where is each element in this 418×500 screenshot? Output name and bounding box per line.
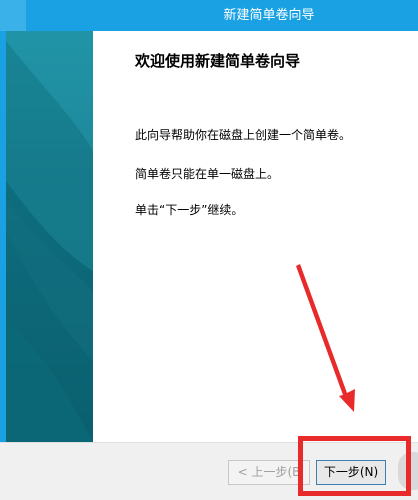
title-bar[interactable]: 新建简单卷向导 <box>0 0 418 31</box>
window-title: 新建简单卷向导 <box>223 8 315 23</box>
wizard-window: 新建简单卷向导 欢迎使用新建简单卷向导 此向导帮助你在磁盘上创建一个简单卷。 简… <box>0 0 418 500</box>
description-text: 简单卷只能在单一磁盘上。 <box>135 167 280 181</box>
window-menu-button[interactable] <box>0 0 26 31</box>
wizard-content-panel: 欢迎使用新建简单卷向导 此向导帮助你在磁盘上创建一个简单卷。 简单卷只能在单一磁… <box>93 31 418 442</box>
description-text: 此向导帮助你在磁盘上创建一个简单卷。 <box>135 128 352 142</box>
sidebar-wave-graphic <box>6 31 93 442</box>
wizard-sidebar-banner <box>6 31 93 442</box>
page-title: 欢迎使用新建简单卷向导 <box>135 52 301 70</box>
annotation-highlight-box <box>298 436 411 496</box>
instruction-text: 单击“下一步”继续。 <box>135 203 244 217</box>
